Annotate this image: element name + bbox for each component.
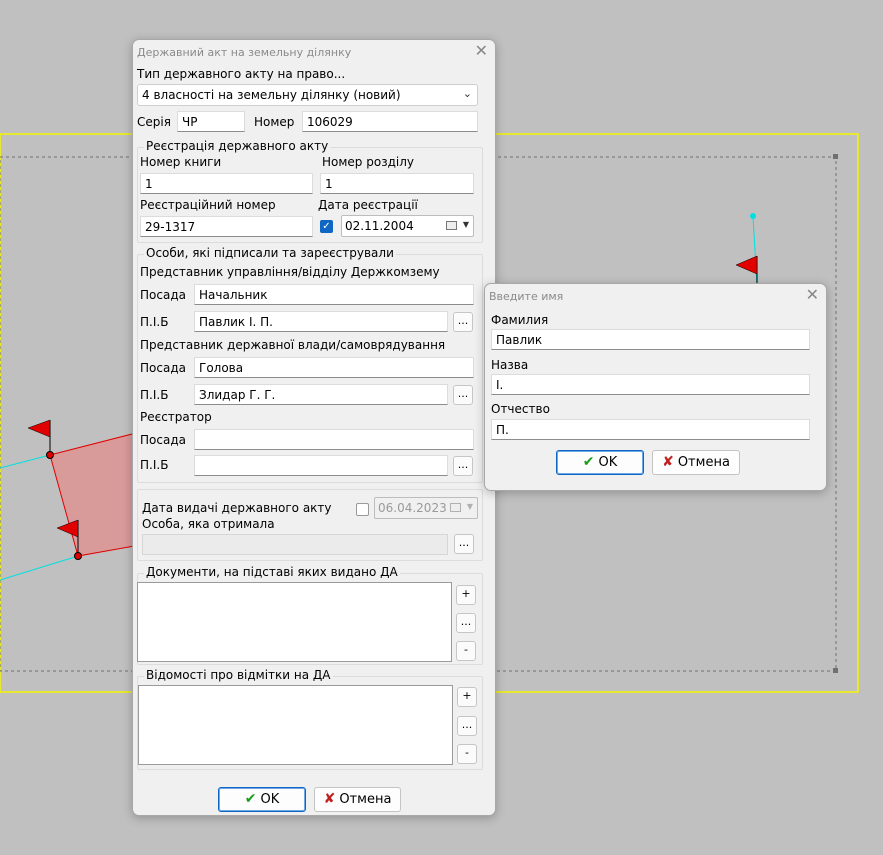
calendar-icon[interactable] [450,503,461,512]
number-label: Номер [254,115,295,129]
series-label: Серія [137,115,171,129]
marks-list[interactable] [138,685,453,765]
rep2-browse-button[interactable]: ... [453,385,473,405]
close-icon[interactable]: ✕ [475,42,488,60]
rep1-name-input[interactable]: Павлик І. П. [194,311,448,332]
number-input[interactable]: 106029 [302,111,478,132]
state-act-dialog: Державний акт на земельну ділянку ✕ Тип … [132,39,496,816]
rep2-position-input[interactable]: Голова [194,357,474,378]
cancel-button-label: Отмена [339,792,392,807]
marks-edit-button[interactable]: ... [457,716,477,736]
issue-date-picker[interactable]: 06.04.2023 ▼ [374,497,478,519]
documents-list[interactable] [137,582,452,662]
cross-icon: ✘ [323,791,336,807]
registrar-title: Реєстратор [140,410,212,424]
cyan-boundary-line [0,555,79,581]
chevron-down-icon[interactable]: ▼ [467,502,473,511]
section-number-label: Номер розділу [322,155,414,169]
reg-date-value: 02.11.2004 [345,219,414,233]
rep2-title: Представник державної влади/самоврядуван… [140,338,446,352]
book-number-label: Номер книги [140,155,222,169]
recipient-label: Особа, яка отримала [142,517,275,531]
firstname-input[interactable]: І. [491,374,810,395]
check-icon: ✔ [582,454,595,470]
marks-group-title: Відомості про відмітки на ДА [144,668,333,682]
patronymic-label: Отчество [491,402,550,416]
cancel-button[interactable]: ✘ Отмена [314,787,401,812]
registrar-browse-button[interactable]: ... [453,456,473,476]
surname-label: Фамилия [491,313,549,327]
title-bar: Введите имя ✕ [485,284,826,308]
land-parcel[interactable] [49,431,141,557]
rep1-title: Представник управління/відділу Держкомзе… [140,265,440,279]
registration-group-title: Реєстрація державного акту [144,139,331,153]
documents-remove-button[interactable]: - [456,641,476,661]
ok-button-label: OK [598,455,618,470]
dialog-title: Державний акт на земельну ділянку [137,46,352,59]
book-number-input[interactable]: 1 [140,173,313,194]
reg-date-label: Дата реєстрації [318,198,418,212]
reg-date-checkbox[interactable]: ✓ [320,220,333,233]
chevron-down-icon[interactable]: ▼ [463,220,469,229]
calendar-icon[interactable] [446,221,457,230]
act-type-value: 4 власності на земельну ділянку (новий) [142,88,401,102]
recipient-input[interactable] [142,534,448,555]
series-input[interactable]: ЧР [177,111,245,132]
firstname-label: Назва [491,358,529,372]
act-type-label: Тип державного акту на право... [137,67,346,81]
registrar-name-label: П.І.Б [140,458,169,472]
issue-date-value: 06.04.2023 [378,501,447,515]
rep1-position-label: Посада [140,288,186,302]
rep2-name-input[interactable]: Злидар Г. Г. [194,384,448,405]
registrar-name-input[interactable] [194,455,448,476]
reg-date-picker[interactable]: 02.11.2004 ▼ [341,215,474,237]
dialog-title: Введите имя [489,290,564,303]
persons-group-title: Особи, які підписали та зареєстрували [144,246,396,260]
registrar-position-label: Посада [140,433,186,447]
patronymic-input[interactable]: П. [491,419,810,440]
rep1-name-label: П.І.Б [140,315,169,329]
flag-marker[interactable] [56,519,82,560]
marks-add-button[interactable]: + [457,687,477,707]
surname-input[interactable]: Павлик [491,329,810,350]
documents-edit-button[interactable]: ... [456,613,476,633]
check-icon: ✔ [244,791,257,807]
cancel-button-label: Отмена [677,455,730,470]
frame-corner-marker [833,668,838,673]
reg-number-input[interactable]: 29-1317 [140,216,313,237]
flag-marker[interactable] [735,255,758,285]
vertex-point[interactable] [750,213,756,219]
reg-number-label: Реєстраційний номер [140,198,276,212]
documents-add-button[interactable]: + [456,585,476,605]
registrar-position-input[interactable] [194,429,474,450]
rep1-browse-button[interactable]: ... [453,312,473,332]
flag-marker[interactable] [27,419,54,459]
issue-date-checkbox[interactable] [356,503,369,516]
issue-date-label: Дата видачі державного акту [142,501,332,515]
marks-remove-button[interactable]: - [457,744,477,764]
name-dialog: Введите имя ✕ Фамилия Павлик Назва І. От… [484,283,827,491]
cyan-boundary-line [0,454,51,469]
ok-button-label: OK [260,792,280,807]
title-bar: Державний акт на земельну ділянку ✕ [133,40,495,64]
section-number-input[interactable]: 1 [320,173,474,194]
cyan-boundary-line [752,216,758,286]
rep2-name-label: П.І.Б [140,388,169,402]
cross-icon: ✘ [662,454,674,470]
cancel-button[interactable]: ✘ Отмена [652,450,740,475]
recipient-browse-button[interactable]: ... [454,534,474,554]
close-icon[interactable]: ✕ [806,286,819,304]
frame-corner-marker [833,154,838,159]
ok-button[interactable]: ✔ OK [218,787,306,812]
act-type-select[interactable]: 4 власності на земельну ділянку (новий) … [137,84,478,106]
rep1-position-input[interactable]: Начальник [194,284,474,305]
documents-group-title: Документи, на підставі яких видано ДА [144,565,400,579]
ok-button[interactable]: ✔ OK [556,450,644,475]
chevron-down-icon: ⌄ [462,87,472,100]
rep2-position-label: Посада [140,361,186,375]
